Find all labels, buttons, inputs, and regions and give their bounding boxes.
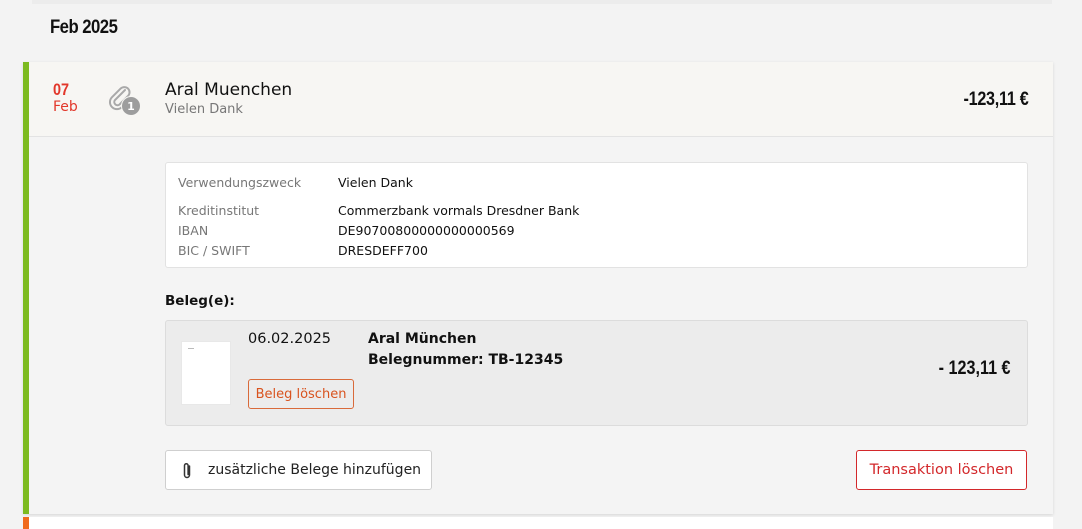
paperclip-icon [183,462,191,479]
receipt-merchant: Aral München [368,331,477,347]
delete-transaction-button[interactable]: Transaktion löschen [856,450,1027,490]
detail-value: DE90700800000000000569 [338,223,515,238]
attachment-indicator[interactable]: 1 [107,84,147,118]
detail-label: IBAN [178,223,209,238]
receipt-number: Belegnummer: TB-12345 [368,352,564,368]
delete-receipt-button[interactable]: Beleg löschen [248,379,354,409]
transaction-merchant: Aral Muenchen [165,80,293,100]
transaction-month: Feb [53,99,78,115]
attachment-count-badge: 1 [121,96,141,116]
detail-label: BIC / SWIFT [178,243,250,258]
receipts-label: Beleg(e): [165,293,235,309]
month-heading: Feb 2025 [50,17,118,38]
receipt-item: 06.02.2025 Beleg löschen Aral München Be… [165,320,1028,426]
transaction-header[interactable]: 07 Feb 1 Aral Muenchen Vielen Dank -123,… [29,62,1053,137]
receipt-amount: - 123,11 € [939,358,1011,379]
receipt-date: 06.02.2025 [248,331,332,347]
previous-card-edge [32,0,1052,4]
detail-label: Verwendungszweck [178,175,302,190]
detail-label: Kreditinstitut [178,203,260,218]
transaction-amount: -123,11 € [963,89,1029,110]
transaction-day: 07 [53,80,70,99]
next-transaction-card[interactable] [23,517,1053,529]
detail-value: DRESDEFF700 [338,243,428,258]
transaction-card: 07 Feb 1 Aral Muenchen Vielen Dank -123,… [23,62,1053,514]
transaction-details: Verwendungszweck Vielen Dank Kreditinsti… [165,162,1028,268]
detail-value: Commerzbank vormals Dresdner Bank [338,203,580,218]
transaction-subtitle: Vielen Dank [165,102,243,117]
receipt-thumbnail[interactable] [181,341,231,405]
add-receipts-label: zusätzliche Belege hinzufügen [208,462,422,478]
detail-value: Vielen Dank [338,175,413,190]
add-receipts-button[interactable]: zusätzliche Belege hinzufügen [165,450,432,490]
